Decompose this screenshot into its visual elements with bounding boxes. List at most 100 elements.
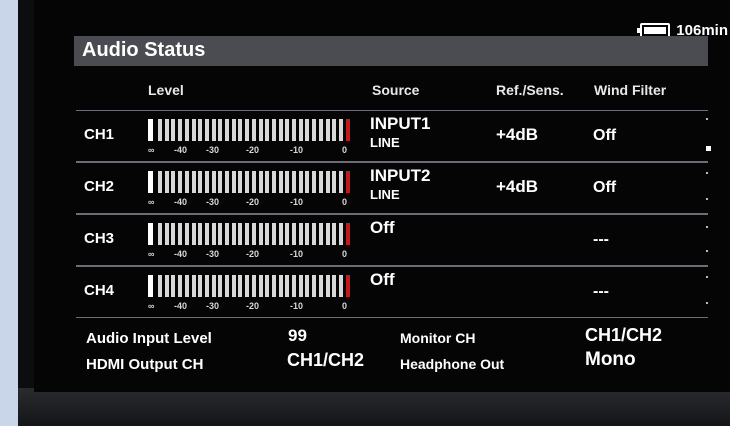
scroll-track-dot [706, 302, 708, 304]
meter-peak-segment [345, 275, 350, 297]
channel-label: CH4 [84, 282, 115, 299]
audio-input-level-label: Audio Input Level [86, 330, 212, 347]
level-meter: ∞ -40 -30 -20 -10 0 [148, 221, 358, 261]
meter-scale-tick: ∞ [148, 197, 155, 207]
monitor-ch-value: CH1/CH2 [585, 325, 663, 345]
column-header-level: Level [148, 82, 184, 98]
meter-segment [292, 119, 296, 141]
meter-segment [178, 171, 183, 193]
meter-segment [231, 223, 236, 245]
meter-segment [312, 275, 317, 297]
channel-ref-sens: +4dB [496, 177, 539, 196]
meter-segment [198, 275, 203, 297]
meter-segment [298, 223, 303, 245]
channel-source: Off [370, 270, 395, 289]
meter-segment [238, 223, 243, 245]
meter-segment [238, 275, 243, 297]
meter-segment [231, 119, 236, 141]
meter-segment [251, 223, 256, 245]
level-meter-bars [148, 117, 358, 143]
meter-segment [218, 119, 223, 141]
meter-segment [198, 119, 203, 141]
monitor-ch-label: Monitor CH [400, 330, 476, 346]
meter-scale-tick: -10 [290, 145, 304, 155]
meter-segment [278, 223, 283, 245]
meter-segment [285, 275, 290, 297]
level-meter-bars [148, 169, 358, 195]
meter-scale-tick: -40 [174, 301, 188, 311]
scroll-track-dot [706, 276, 708, 278]
meter-segment [245, 223, 250, 245]
meter-segment [265, 223, 270, 245]
meter-segment [191, 119, 196, 141]
meter-segment [191, 171, 196, 193]
meter-segment [171, 119, 176, 141]
meter-segment [338, 275, 343, 297]
scroll-track-dot [706, 226, 708, 228]
meter-segment [312, 171, 317, 193]
meter-segment [198, 171, 203, 193]
meter-scale-tick: -10 [290, 301, 304, 311]
channel-row-3: CH3 ∞ -40 -30 -20 -10 0 Off --- [76, 214, 708, 266]
meter-segment [265, 119, 270, 141]
meter-scale-tick: ∞ [148, 301, 155, 311]
meter-scale-tick: ∞ [148, 249, 155, 259]
meter-segment [325, 223, 330, 245]
meter-scale-tick: -40 [174, 145, 188, 155]
scroll-track-dot [706, 172, 708, 174]
meter-segment [318, 171, 323, 193]
meter-segment [191, 275, 196, 297]
meter-segment [225, 275, 229, 297]
scroll-track-dot [706, 198, 708, 200]
meter-scale-tick: -30 [206, 249, 220, 259]
meter-scale-tick: -30 [206, 197, 220, 207]
meter-scale-tick: -20 [246, 301, 260, 311]
meter-segment [204, 275, 209, 297]
meter-segment [245, 119, 250, 141]
meter-segment [204, 119, 209, 141]
level-meter-bars [148, 273, 358, 299]
meter-scale-tick: -20 [246, 249, 260, 259]
meter-segment [251, 119, 256, 141]
bezel-lower-edge [18, 388, 730, 426]
meter-segment [171, 223, 176, 245]
level-meter: ∞ -40 -30 -20 -10 0 [148, 117, 358, 157]
meter-segment [148, 223, 153, 245]
meter-segment [258, 275, 263, 297]
meter-segment [211, 119, 216, 141]
meter-segment [158, 119, 162, 141]
meter-segment [305, 223, 310, 245]
meter-segment [298, 275, 303, 297]
meter-segment [218, 275, 223, 297]
meter-scale-tick: 0 [342, 301, 348, 311]
meter-segment [305, 171, 310, 193]
meter-scale-tick: 0 [342, 197, 348, 207]
column-header-source: Source [372, 82, 420, 98]
channel-row-1: CH1 ∞ -40 -30 -20 -10 0 INPUT1 LINE +4dB Off [76, 110, 708, 162]
meter-segment [225, 223, 229, 245]
column-header-wind-filter: Wind Filter [594, 82, 667, 98]
channel-row-4: CH4 ∞ -40 -30 -20 -10 0 Off --- [76, 266, 708, 318]
meter-segment [285, 171, 290, 193]
meter-scale-tick: -20 [246, 145, 260, 155]
hdmi-output-ch-value: CH1/CH2 [287, 350, 365, 370]
meter-segment [164, 119, 169, 141]
hdmi-output-ch-label: HDMI Output CH [86, 356, 204, 373]
meter-segment [298, 119, 303, 141]
meter-segment [258, 119, 263, 141]
meter-scale-tick: -40 [174, 197, 188, 207]
meter-segment [218, 171, 223, 193]
meter-segment [271, 223, 276, 245]
meter-segment [265, 275, 270, 297]
meter-segment [204, 223, 209, 245]
meter-segment [325, 171, 330, 193]
meter-segment [184, 119, 189, 141]
meter-segment [148, 171, 153, 193]
meter-segment [164, 171, 169, 193]
meter-segment [238, 171, 243, 193]
meter-segment [218, 223, 223, 245]
meter-peak-segment [345, 119, 350, 141]
meter-segment [312, 223, 317, 245]
channel-wind-filter: Off [593, 179, 617, 196]
meter-scale-tick: -20 [246, 197, 260, 207]
